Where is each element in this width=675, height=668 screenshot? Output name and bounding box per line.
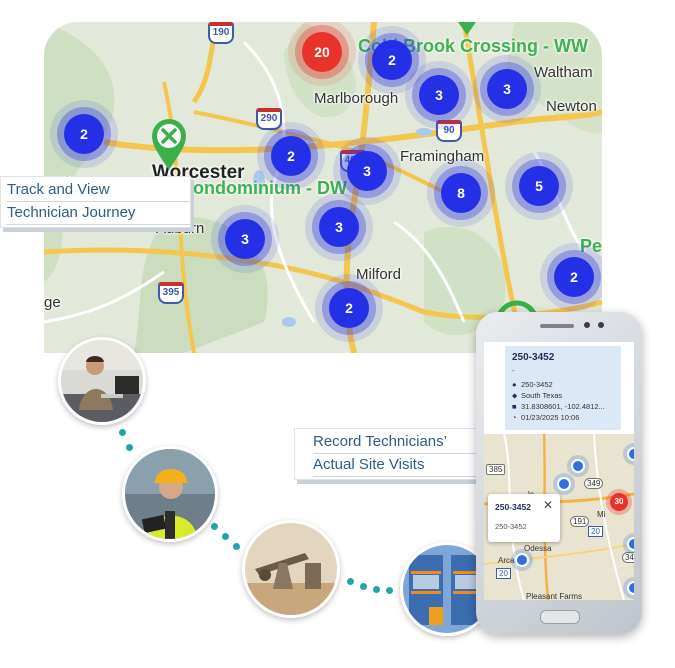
phone-camera <box>584 322 590 328</box>
marker-cluster[interactable]: 2 <box>554 257 594 297</box>
close-icon[interactable]: ✕ <box>543 498 553 512</box>
town-label: Newton <box>546 98 597 115</box>
marker-cluster[interactable]: 2 <box>64 114 104 154</box>
road-shield: 349 <box>622 552 634 563</box>
town-label: ge <box>44 294 61 311</box>
site-label[interactable]: Condominium - DW <box>180 178 347 199</box>
visit-subtitle: - <box>512 366 515 375</box>
road-shield: 20 <box>588 526 603 537</box>
camera-icon: ■ <box>512 402 517 411</box>
route-shield-190: 190 <box>208 22 234 44</box>
town-label: Framingham <box>400 148 485 165</box>
phone-mockup: 250-3452 - ● 250-3452 ⬥ South Texas ■ 31.83… <box>476 312 642 634</box>
town-label: Marlborough <box>314 90 399 107</box>
place-label: Pleasant Farms <box>526 592 583 600</box>
visit-marker[interactable] <box>627 581 634 595</box>
detail-row-region: ⬥ South Texas <box>512 391 563 400</box>
marker-popup: 250-3452 ✕ 250-3452 <box>488 494 560 542</box>
road-shield: 385 <box>486 464 506 475</box>
marker-cluster[interactable]: 2 <box>372 40 412 80</box>
popup-title: 250-3452 <box>495 502 531 512</box>
marker-cluster[interactable]: 5 <box>519 166 559 206</box>
detail-row-timestamp: ◔ 01/23/2025 10:06 <box>512 413 580 422</box>
visit-marker[interactable] <box>627 447 634 461</box>
visit-marker[interactable] <box>557 477 571 491</box>
track-journey-callout: Track and View Technician Journey <box>0 176 191 228</box>
marker-cluster[interactable]: 20 <box>302 32 342 72</box>
journey-dot <box>126 444 133 451</box>
clock-icon: ◔ <box>512 413 517 422</box>
marker-cluster[interactable]: 3 <box>225 219 265 259</box>
popup-subtitle: 250-3452 <box>495 522 527 531</box>
oil-pump-photo <box>242 520 340 618</box>
callout-line: Technician Journey <box>7 202 190 225</box>
engineer-photo <box>122 446 218 542</box>
visit-details-card[interactable]: 250-3452 - ● 250-3452 ⬥ South Texas ■ 31.83… <box>505 346 621 430</box>
road-shield: 191 <box>570 516 590 527</box>
phone-screen: 250-3452 - ● 250-3452 ⬥ South Texas ■ 31.83… <box>484 342 634 600</box>
marker-cluster[interactable]: 3 <box>487 69 527 109</box>
visit-title: 250-3452 <box>512 352 555 363</box>
journey-dot <box>347 578 354 585</box>
journey-dot <box>373 586 380 593</box>
road-shield: 20 <box>496 568 511 579</box>
site-label[interactable]: Pe <box>580 236 602 257</box>
journey-dot <box>119 429 126 436</box>
marker-cluster[interactable]: 3 <box>319 207 359 247</box>
phone-speaker <box>540 324 574 328</box>
phone-camera <box>598 322 604 328</box>
journey-dot <box>233 543 240 550</box>
journey-dot <box>386 587 393 594</box>
marker-cluster[interactable]: 2 <box>271 136 311 176</box>
office-worker-photo <box>58 337 146 425</box>
journey-dot <box>360 583 367 590</box>
location-pin-icon[interactable] <box>456 22 478 36</box>
road-shield: 349 <box>584 478 604 489</box>
town-label: Waltham <box>534 64 593 81</box>
technician-tools-pin-icon[interactable] <box>150 118 188 172</box>
location-icon: ⬥ <box>512 391 518 400</box>
journey-dot <box>222 533 229 540</box>
route-shield-90: 90 <box>436 120 462 142</box>
visit-marker[interactable] <box>515 553 529 567</box>
phone-home-button[interactable] <box>540 610 580 624</box>
visit-marker[interactable] <box>627 537 634 551</box>
record-visits-callout: Record Technicians’ Actual Site Visits <box>294 428 506 480</box>
town-label: Milford <box>356 266 402 283</box>
tag-icon: ● <box>512 380 517 389</box>
place-label: Mi <box>597 510 606 519</box>
route-shield-290: 290 <box>256 108 282 130</box>
callout-line: Track and View <box>7 179 190 202</box>
place-label: Odessa <box>524 544 552 553</box>
marker-cluster[interactable]: 8 <box>441 173 481 213</box>
marker-cluster[interactable]: 3 <box>419 75 459 115</box>
visit-cluster[interactable]: 30 <box>610 493 628 511</box>
journey-dot <box>211 523 218 530</box>
detail-row-coordinates: ■ 31.8308601, -102.4812... <box>512 402 605 411</box>
marker-cluster[interactable]: 2 <box>329 288 369 328</box>
visit-marker[interactable] <box>571 459 585 473</box>
detail-row-id: ● 250-3452 <box>512 380 553 389</box>
marker-cluster[interactable]: 3 <box>347 151 387 191</box>
route-shield-395: 395 <box>158 282 184 304</box>
